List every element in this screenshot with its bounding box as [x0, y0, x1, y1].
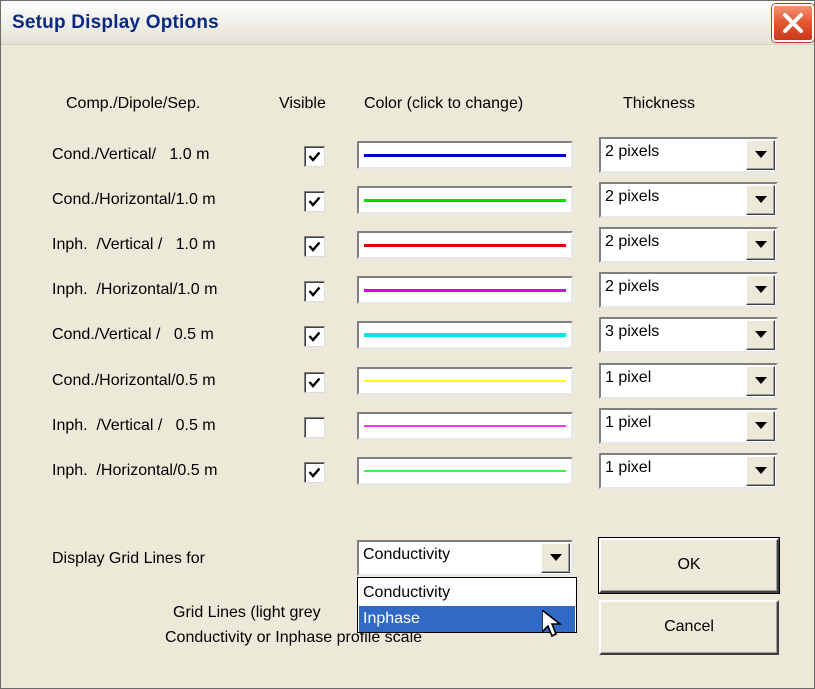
- thickness-value: 1 pixel: [605, 369, 652, 386]
- thickness-dropdown-button[interactable]: [746, 456, 775, 486]
- dropdown-option-conductivity[interactable]: Conductivity: [359, 580, 575, 606]
- thickness-value: 2 pixels: [605, 188, 660, 205]
- checkmark-icon: [308, 196, 321, 207]
- chevron-down-icon: [755, 196, 767, 203]
- thickness-dropdown-button[interactable]: [746, 185, 775, 215]
- color-swatch-button[interactable]: [357, 186, 573, 214]
- color-sample-line: [364, 153, 566, 157]
- color-sample-line: [364, 470, 566, 472]
- color-sample-line: [364, 333, 566, 337]
- visible-checkbox[interactable]: [304, 191, 325, 212]
- thickness-select[interactable]: 3 pixels: [599, 317, 778, 353]
- grid-lines-selected-value: Conductivity: [363, 546, 451, 563]
- checkmark-icon: [308, 467, 321, 478]
- checkmark-icon: [308, 151, 321, 162]
- chevron-down-icon: [755, 331, 767, 338]
- visible-checkbox[interactable]: [304, 281, 325, 302]
- cancel-button[interactable]: Cancel: [599, 600, 779, 655]
- header-comp-dipole-sep: Comp./Dipole/Sep.: [66, 95, 201, 112]
- visible-checkbox[interactable]: [304, 372, 325, 393]
- color-swatch-button[interactable]: [357, 141, 573, 169]
- thickness-select[interactable]: 1 pixel: [599, 408, 778, 444]
- chevron-down-icon: [755, 286, 767, 293]
- checkmark-icon: [308, 377, 321, 388]
- chevron-down-icon: [755, 422, 767, 429]
- color-sample-line: [364, 425, 566, 427]
- color-sample-line: [364, 380, 566, 382]
- chevron-down-icon: [755, 241, 767, 248]
- thickness-select[interactable]: 1 pixel: [599, 363, 778, 399]
- checkmark-icon: [308, 286, 321, 297]
- row-label: Cond./Horizontal/1.0 m: [52, 191, 216, 208]
- checkmark-icon: [308, 241, 321, 252]
- grid-lines-select[interactable]: Conductivity: [357, 540, 573, 576]
- header-color: Color (click to change): [364, 95, 524, 112]
- checkmark-icon: [308, 331, 321, 342]
- thickness-value: 1 pixel: [605, 414, 652, 431]
- thickness-value: 1 pixel: [605, 459, 652, 476]
- color-swatch-button[interactable]: [357, 276, 573, 304]
- thickness-select[interactable]: 2 pixels: [599, 227, 778, 263]
- thickness-value: 3 pixels: [605, 323, 660, 340]
- visible-checkbox[interactable]: [304, 417, 325, 438]
- thickness-dropdown-button[interactable]: [746, 320, 775, 350]
- color-sample-line: [364, 288, 566, 292]
- chevron-down-icon: [755, 377, 767, 384]
- thickness-dropdown-button[interactable]: [746, 230, 775, 260]
- color-sample-line: [364, 198, 566, 202]
- window-title: Setup Display Options: [12, 12, 219, 33]
- grid-note-line1: Grid Lines (light grey: [173, 604, 321, 621]
- thickness-value: 2 pixels: [605, 278, 660, 295]
- color-swatch-button[interactable]: [357, 412, 573, 440]
- chevron-down-icon: [550, 554, 562, 561]
- color-sample-line: [364, 243, 566, 247]
- close-button[interactable]: [772, 4, 814, 42]
- thickness-dropdown-button[interactable]: [746, 275, 775, 305]
- row-label: Cond./Vertical / 0.5 m: [52, 326, 214, 343]
- thickness-dropdown-button[interactable]: [746, 411, 775, 441]
- row-label: Cond./Vertical/ 1.0 m: [52, 146, 210, 163]
- thickness-select[interactable]: 2 pixels: [599, 182, 778, 218]
- row-label: Cond./Horizontal/0.5 m: [52, 372, 216, 389]
- thickness-value: 2 pixels: [605, 143, 660, 160]
- color-swatch-button[interactable]: [357, 457, 573, 485]
- setup-display-options-dialog: Setup Display Options Comp./Dipole/Sep. …: [0, 0, 815, 689]
- grid-lines-label: Display Grid Lines for: [52, 550, 205, 567]
- row-label: Inph. /Vertical / 0.5 m: [52, 417, 216, 434]
- color-swatch-button[interactable]: [357, 231, 573, 259]
- header-thickness: Thickness: [623, 95, 696, 112]
- mouse-pointer-icon: [542, 610, 563, 638]
- chevron-down-icon: [755, 467, 767, 474]
- thickness-value: 2 pixels: [605, 233, 660, 250]
- thickness-dropdown-button[interactable]: [746, 366, 775, 396]
- ok-button[interactable]: OK: [598, 537, 780, 594]
- header-visible: Visible: [279, 95, 326, 112]
- title-bar[interactable]: Setup Display Options: [1, 1, 814, 45]
- visible-checkbox[interactable]: [304, 326, 325, 347]
- visible-checkbox[interactable]: [304, 236, 325, 257]
- close-icon: [783, 13, 803, 33]
- color-swatch-button[interactable]: [357, 367, 573, 395]
- row-label: Inph. /Vertical / 1.0 m: [52, 236, 216, 253]
- row-label: Inph. /Horizontal/0.5 m: [52, 462, 218, 479]
- thickness-select[interactable]: 1 pixel: [599, 453, 778, 489]
- visible-checkbox[interactable]: [304, 462, 325, 483]
- thickness-select[interactable]: 2 pixels: [599, 272, 778, 308]
- thickness-select[interactable]: 2 pixels: [599, 137, 778, 173]
- chevron-down-icon: [755, 151, 767, 158]
- grid-lines-dropdown-button[interactable]: [541, 543, 570, 573]
- visible-checkbox[interactable]: [304, 146, 325, 167]
- thickness-dropdown-button[interactable]: [746, 140, 775, 170]
- color-swatch-button[interactable]: [357, 321, 573, 349]
- row-label: Inph. /Horizontal/1.0 m: [52, 281, 218, 298]
